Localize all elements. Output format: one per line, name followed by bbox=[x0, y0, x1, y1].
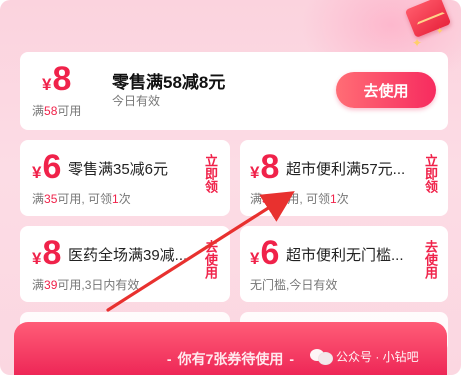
claim-coupon-button[interactable]: 立即领 bbox=[203, 154, 218, 193]
coupon-condition: 无门槛,今日有效 bbox=[250, 278, 338, 292]
sparkle-icon: ✦ bbox=[412, 36, 423, 50]
wechat-icon bbox=[310, 347, 333, 365]
coupon-title: 零售满58减8元 bbox=[112, 73, 226, 92]
currency-symbol: ¥ bbox=[250, 163, 260, 182]
coupon-title: 零售满35减6元 bbox=[68, 161, 169, 178]
coupon-title: 超市便利无门槛... bbox=[286, 247, 404, 264]
use-coupon-button[interactable]: 去使用 bbox=[203, 240, 218, 279]
watermark: 公众号 · 小钻吧 bbox=[310, 347, 419, 365]
coupon-price: ¥6 bbox=[250, 236, 279, 270]
currency-symbol: ¥ bbox=[32, 249, 42, 268]
use-coupon-button[interactable]: 去使用 bbox=[336, 72, 436, 108]
threshold-value: 58 bbox=[44, 104, 58, 118]
coupon-card[interactable]: ¥6 零售满35减6元 满35可用, 可领1次 立即领 bbox=[20, 140, 230, 216]
coupon-amount: 6 bbox=[42, 148, 62, 186]
coupon-card[interactable]: ¥6 超市便利无门槛... 无门槛,今日有效 去使用 bbox=[240, 226, 448, 302]
currency-symbol: ¥ bbox=[32, 163, 42, 182]
coupon-price: ¥8 bbox=[42, 62, 71, 96]
watermark-text: 公众号 · 小钻吧 bbox=[336, 349, 419, 364]
coupon-amount: 6 bbox=[260, 234, 280, 272]
coupon-title: 超市便利满57元... bbox=[286, 161, 406, 178]
currency-symbol: ¥ bbox=[250, 249, 260, 268]
sparkle-icon: ✦ bbox=[436, 26, 444, 36]
coupon-amount: 8 bbox=[42, 234, 62, 272]
currency-symbol: ¥ bbox=[42, 75, 52, 94]
coupon-card[interactable]: ¥8 医药全场满39减... 满39可用,3日内有效 去使用 bbox=[20, 226, 230, 302]
coupon-card[interactable]: ¥8 超市便利满57元... 满57可用, 可领1次 立即领 bbox=[240, 140, 448, 216]
coupon-price: ¥6 bbox=[32, 150, 61, 184]
coupon-price: ¥8 bbox=[250, 150, 279, 184]
use-coupon-button[interactable]: 去使用 bbox=[423, 240, 438, 279]
coupon-amount: 8 bbox=[52, 60, 72, 98]
coupon-title: 医药全场满39减... bbox=[68, 247, 188, 264]
claim-coupon-button[interactable]: 立即领 bbox=[423, 154, 438, 193]
coupon-price: ¥8 bbox=[32, 236, 61, 270]
coupon-panel: ✦ ✦ ¥8 满58可用 零售满58减8元 今日有效 去使用 ¥6 零售满35减… bbox=[0, 0, 461, 375]
coupon-condition: 满57可用, 可领1次 bbox=[250, 192, 349, 206]
coupon-validity: 今日有效 bbox=[112, 94, 161, 108]
coupon-condition: 满35可用, 可领1次 bbox=[32, 192, 131, 206]
coupon-condition: 满58可用 bbox=[32, 104, 82, 118]
coupon-amount: 8 bbox=[260, 148, 280, 186]
coupon-condition: 满39可用,3日内有效 bbox=[32, 278, 140, 292]
